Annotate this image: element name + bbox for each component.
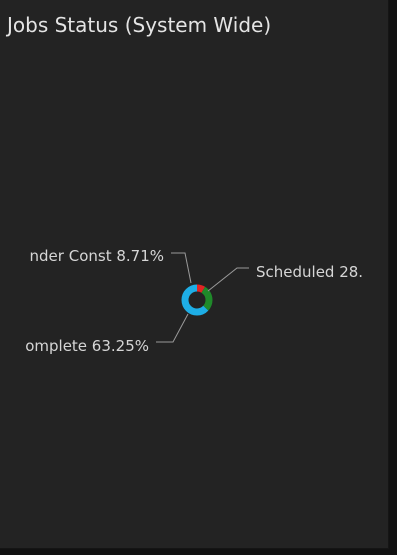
leader-line-under-const [171, 252, 192, 284]
donut-chart: nder Const 8.71% Scheduled 28. omplete 6… [25, 247, 363, 355]
leader-line-complete [156, 313, 189, 343]
slice-label-complete: omplete 63.25% [25, 337, 149, 355]
slice-label-scheduled: Scheduled 28. [256, 263, 363, 281]
jobs-status-panel: Jobs Status (System Wide) nder Const 8.7… [0, 0, 389, 549]
donut-slices [181, 284, 213, 316]
slice-label-under-const: nder Const 8.71% [30, 247, 164, 265]
leader-line-scheduled [207, 267, 249, 292]
